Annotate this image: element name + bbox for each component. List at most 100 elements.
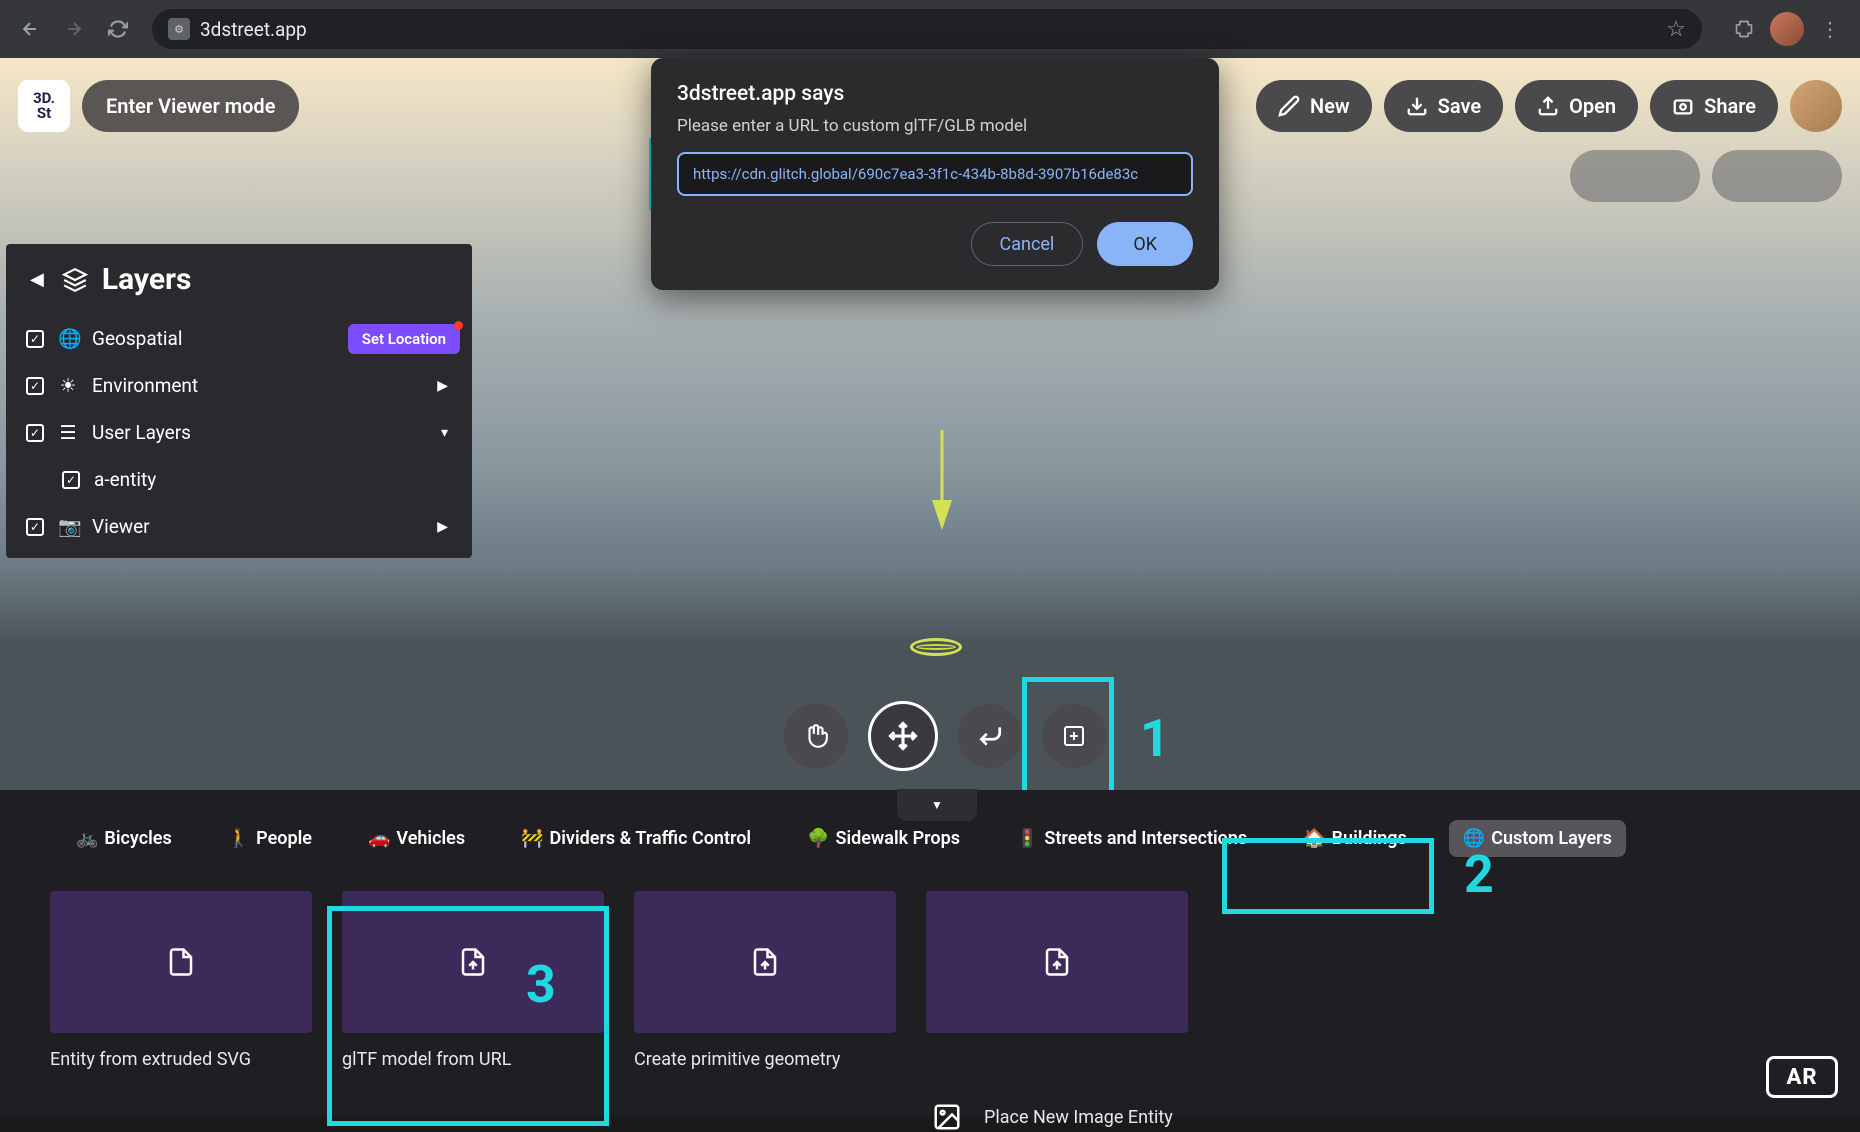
open-label: Open xyxy=(1569,94,1616,118)
url-input[interactable] xyxy=(677,152,1193,196)
collapse-panel-icon[interactable]: ◀ xyxy=(30,269,44,290)
checkbox-icon[interactable] xyxy=(26,377,44,395)
layers-panel: ◀ Layers 🌐 Geospatial Set Location ☀ Env… xyxy=(6,244,472,558)
layer-label: a-entity xyxy=(94,468,156,491)
address-bar[interactable]: ⚙ 3dstreet.app ☆ xyxy=(152,9,1702,49)
file-upload-icon xyxy=(1042,944,1072,980)
file-icon xyxy=(166,944,196,980)
set-location-button[interactable]: Set Location xyxy=(348,324,460,354)
scene-cursor-disc xyxy=(910,638,962,656)
layer-environment[interactable]: ☀ Environment ▶ xyxy=(6,362,472,409)
profile-avatar[interactable] xyxy=(1770,12,1804,46)
cat-label: Streets and Intersections xyxy=(1044,828,1247,849)
dialog-message: Please enter a URL to custom glTF/GLB mo… xyxy=(677,116,1193,136)
card-label: Create primitive geometry xyxy=(634,1049,896,1070)
checkbox-icon[interactable] xyxy=(62,471,80,489)
card-extruded-svg[interactable]: Entity from extruded SVG xyxy=(50,891,312,1070)
app-viewport: 3D. St Enter Viewer mode New Save Open S… xyxy=(0,58,1860,1116)
checkbox-icon[interactable] xyxy=(26,424,44,442)
expand-icon[interactable]: ▶ xyxy=(437,519,448,535)
layers-title: Layers xyxy=(102,262,192,297)
secondary-toolbar xyxy=(1570,150,1842,202)
cat-label: Custom Layers xyxy=(1491,828,1612,849)
card-label: Entity from extruded SVG xyxy=(50,1049,312,1070)
ghost-button-2[interactable] xyxy=(1712,150,1842,202)
cancel-button[interactable]: Cancel xyxy=(971,222,1084,266)
cat-label: Dividers & Traffic Control xyxy=(550,828,752,849)
category-vehicles[interactable]: 🚗 Vehicles xyxy=(354,820,479,857)
asset-panel: ▼ 🚲 Bicycles 🚶People 🚗 Vehicles 🚧Dividers … xyxy=(0,790,1860,1116)
car-icon: 🚗 xyxy=(368,828,390,849)
move-tool[interactable] xyxy=(868,701,938,771)
layer-label: Geospatial xyxy=(92,327,182,350)
bookmark-icon[interactable]: ☆ xyxy=(1666,17,1686,42)
save-label: Save xyxy=(1438,94,1481,118)
url-text: 3dstreet.app xyxy=(200,18,307,41)
ok-button[interactable]: OK xyxy=(1097,222,1193,266)
category-bicycles[interactable]: 🚲 Bicycles xyxy=(62,820,186,857)
stack-icon: ☰ xyxy=(58,421,78,444)
new-button[interactable]: New xyxy=(1256,80,1372,132)
annotation-number-2: 2 xyxy=(1464,844,1494,905)
site-settings-icon[interactable]: ⚙ xyxy=(168,18,190,40)
ar-badge[interactable]: AR xyxy=(1766,1056,1838,1098)
hand-tool[interactable] xyxy=(784,704,848,768)
dialog-title: 3dstreet.app says xyxy=(677,82,1193,106)
rotate-tool[interactable] xyxy=(958,704,1022,768)
cat-label: Bicycles xyxy=(104,828,171,849)
bike-icon: 🚲 xyxy=(76,828,98,849)
pencil-icon xyxy=(1278,95,1300,117)
save-button[interactable]: Save xyxy=(1384,80,1503,132)
annotation-number-3: 3 xyxy=(526,954,556,1015)
card-primitive[interactable]: Create primitive geometry xyxy=(634,891,896,1070)
file-upload-icon xyxy=(750,944,780,980)
layer-a-entity[interactable]: a-entity xyxy=(6,456,472,503)
layer-geospatial[interactable]: 🌐 Geospatial Set Location xyxy=(6,315,472,362)
open-button[interactable]: Open xyxy=(1515,80,1638,132)
layer-label: User Layers xyxy=(92,421,191,444)
new-label: New xyxy=(1310,94,1350,118)
layer-label: Environment xyxy=(92,374,198,397)
logo-text-bottom: St xyxy=(37,106,51,121)
card-image-entity[interactable]: Place New Image Entity xyxy=(932,1102,1173,1132)
ghost-button-1[interactable] xyxy=(1570,150,1700,202)
menu-icon[interactable]: ⋮ xyxy=(1812,11,1848,47)
checkbox-icon[interactable] xyxy=(26,518,44,536)
share-button[interactable]: Share xyxy=(1650,80,1778,132)
url-prompt-dialog: 3dstreet.app says Please enter a URL to … xyxy=(651,58,1219,290)
back-button[interactable] xyxy=(12,11,48,47)
forward-button[interactable] xyxy=(56,11,92,47)
checkbox-icon[interactable] xyxy=(26,330,44,348)
layer-viewer[interactable]: 📷 Viewer ▶ xyxy=(6,503,472,558)
cat-label: People xyxy=(256,828,312,849)
reload-button[interactable] xyxy=(100,11,136,47)
download-icon xyxy=(1406,95,1428,117)
layer-user-layers[interactable]: ☰ User Layers ▾ xyxy=(6,409,472,456)
card-image-entity-thumb[interactable] xyxy=(926,891,1188,1070)
enter-viewer-mode-button[interactable]: Enter Viewer mode xyxy=(82,80,299,132)
category-people[interactable]: 🚶People xyxy=(214,820,326,857)
layer-label: Viewer xyxy=(92,515,150,538)
category-dividers[interactable]: 🚧Dividers & Traffic Control xyxy=(507,820,765,857)
cat-label: Vehicles xyxy=(396,828,465,849)
expand-icon[interactable]: ▶ xyxy=(437,378,448,394)
panel-drag-handle[interactable]: ▼ xyxy=(897,789,977,821)
image-icon xyxy=(932,1102,962,1132)
camera-icon xyxy=(1672,95,1694,117)
globe-icon: 🌐 xyxy=(58,327,78,350)
user-avatar[interactable] xyxy=(1790,80,1842,132)
upload-icon xyxy=(1537,95,1559,117)
extensions-icon[interactable] xyxy=(1726,11,1762,47)
category-sidewalk[interactable]: 🌳 Sidewalk Props xyxy=(793,820,974,857)
annotation-box-2 xyxy=(1222,838,1434,914)
traffic-light-icon: 🚦 xyxy=(1016,828,1038,849)
sun-icon: ☀ xyxy=(58,374,78,397)
tree-icon: 🌳 xyxy=(807,828,829,849)
cat-label: Sidewalk Props xyxy=(836,828,960,849)
scene-cursor-arrow xyxy=(932,430,952,530)
app-logo[interactable]: 3D. St xyxy=(18,80,70,132)
layers-panel-header: ◀ Layers xyxy=(6,244,472,315)
browser-toolbar: ⚙ 3dstreet.app ☆ ⋮ xyxy=(0,0,1860,58)
layers-icon xyxy=(62,267,88,293)
collapse-icon[interactable]: ▾ xyxy=(441,425,448,441)
